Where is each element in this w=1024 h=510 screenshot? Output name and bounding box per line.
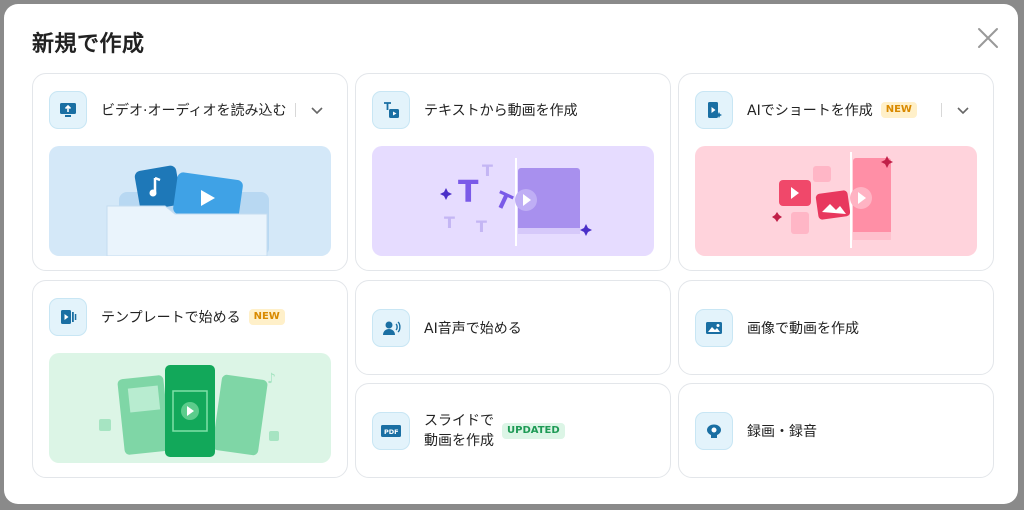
new-badge: NEW <box>880 102 917 118</box>
svg-text:♪: ♪ <box>267 371 276 387</box>
import-video-audio-card[interactable]: ビデオ·オーディオを読み込む <box>32 73 348 271</box>
template-illustration: ♪ <box>49 353 331 463</box>
text-to-video-icon <box>372 91 410 129</box>
new-badge: NEW <box>248 309 285 325</box>
updated-badge: UPDATED <box>502 422 565 439</box>
template-icon <box>49 298 87 336</box>
chevron-down-icon[interactable] <box>307 100 327 120</box>
slide-to-video-label: スライドで 動画を作成 <box>424 411 494 451</box>
template-card[interactable]: テンプレートで始める NEW ♪ <box>32 280 348 478</box>
ai-short-icon <box>695 91 733 129</box>
import-illustration <box>49 146 331 256</box>
svg-text:T: T <box>491 188 515 217</box>
close-icon[interactable] <box>976 26 1000 50</box>
monitor-upload-icon <box>49 91 87 129</box>
screen-record-card[interactable]: 録画・録音 <box>678 383 994 478</box>
divider <box>295 103 296 117</box>
ai-voice-card[interactable]: AI音声で始める <box>355 280 671 375</box>
slide-to-video-card[interactable]: PDF スライドで 動画を作成 UPDATED <box>355 383 671 478</box>
text-to-video-card[interactable]: テキストから動画を作成 T T T T T <box>355 73 671 271</box>
slide-label-line2: 動画を作成 <box>424 432 494 449</box>
create-new-dialog: 新規で作成 ビデオ·オーディオを読み込む テキストから動画を作成 T T T T… <box>4 4 1018 504</box>
webcam-icon <box>695 411 733 450</box>
chevron-down-icon[interactable] <box>953 100 973 120</box>
svg-text:T: T <box>482 161 493 180</box>
image-to-video-card[interactable]: 画像で動画を作成 <box>678 280 994 375</box>
svg-text:T: T <box>444 213 455 232</box>
dialog-title: 新規で作成 <box>32 32 145 57</box>
template-label: テンプレートで始める <box>101 310 241 326</box>
svg-text:PDF: PDF <box>384 428 399 436</box>
ai-voice-label: AI音声で始める <box>424 320 522 337</box>
image-icon <box>695 308 733 347</box>
ai-voice-icon <box>372 308 410 347</box>
image-to-video-label: 画像で動画を作成 <box>747 320 859 337</box>
screen-record-label: 録画・録音 <box>747 423 817 440</box>
import-video-audio-label: ビデオ·オーディオを読み込む <box>101 103 287 119</box>
slide-label-line1: スライドで <box>424 412 494 429</box>
divider <box>941 103 942 117</box>
pdf-slide-icon: PDF <box>372 411 410 450</box>
text-to-video-label: テキストから動画を作成 <box>424 103 578 119</box>
svg-text:T: T <box>458 175 479 210</box>
text-to-video-illustration: T T T T T <box>372 146 654 256</box>
ai-short-card[interactable]: AIでショートを作成 NEW <box>678 73 994 271</box>
ai-short-label: AIでショートを作成 <box>747 103 873 119</box>
svg-text:T: T <box>476 217 487 236</box>
ai-short-illustration <box>695 146 977 256</box>
